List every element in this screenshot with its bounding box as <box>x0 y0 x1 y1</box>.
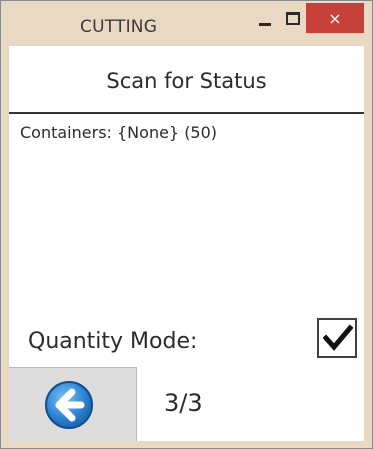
close-icon: × <box>328 8 342 28</box>
containers-status: Containers: {None} (50) <box>20 123 218 142</box>
close-button[interactable]: × <box>306 3 364 33</box>
minimize-button[interactable] <box>253 11 279 31</box>
app-window: CUTTING × Scan for Status Containers: {N… <box>0 0 373 449</box>
quantity-mode-checkbox[interactable] <box>317 318 357 358</box>
back-arrow-icon <box>45 381 93 429</box>
page-indicator: 3/3 <box>164 389 203 417</box>
client-area: Scan for Status Containers: {None} (50) … <box>9 46 364 441</box>
scan-header: Scan for Status <box>9 46 364 114</box>
maximize-button[interactable] <box>279 7 305 31</box>
window-title: CUTTING <box>80 17 158 37</box>
page-title: Scan for Status <box>106 69 267 93</box>
title-bar[interactable]: CUTTING × <box>1 1 372 46</box>
quantity-mode-label: Quantity Mode: <box>28 329 198 354</box>
checkmark-icon <box>323 324 353 351</box>
back-button[interactable] <box>9 367 137 441</box>
